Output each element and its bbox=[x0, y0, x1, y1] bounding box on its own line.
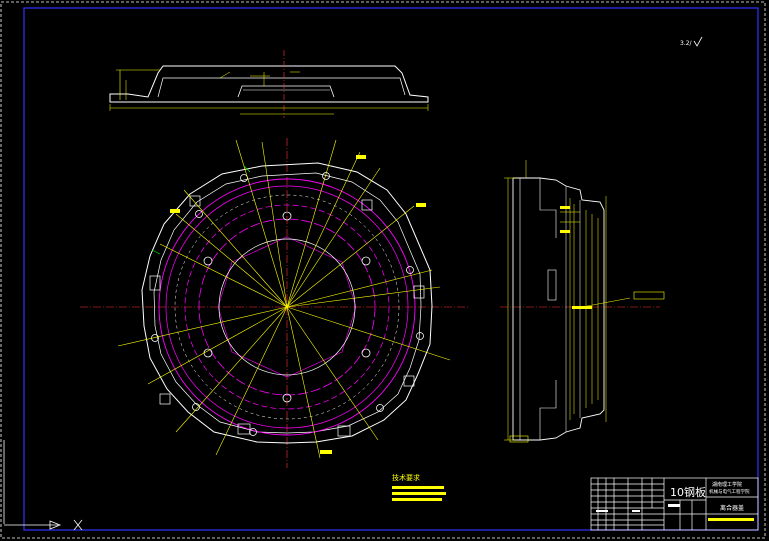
roughness-symbol: 3.2/ bbox=[680, 36, 703, 47]
right-section-view bbox=[500, 160, 665, 443]
technical-notes: 技术要求 bbox=[392, 473, 446, 501]
part-name: 离合器盖 bbox=[720, 504, 744, 512]
school-line-1: 湖南理工学院 bbox=[712, 481, 742, 488]
title-block-text: 10钢板 湖南理工学院 机械与电气工程学院 离合器盖 bbox=[596, 481, 754, 521]
bolt-holes bbox=[151, 172, 424, 436]
ucs-axis-icon bbox=[3, 440, 83, 531]
drawing-frame bbox=[0, 1, 766, 539]
notes-title: 技术要求 bbox=[392, 473, 420, 482]
roughness-note: 3.2/ bbox=[680, 40, 693, 47]
front-circular-view bbox=[80, 138, 468, 468]
top-profile-view bbox=[109, 50, 429, 118]
school-line-2: 机械与电气工程学院 bbox=[709, 488, 750, 495]
cad-drawing-canvas: 3.2/ 技术要求 10钢板 湖南理工学院 机械与电气工程学院 离合器盖 bbox=[0, 1, 766, 539]
material-label: 10钢板 bbox=[670, 485, 706, 499]
